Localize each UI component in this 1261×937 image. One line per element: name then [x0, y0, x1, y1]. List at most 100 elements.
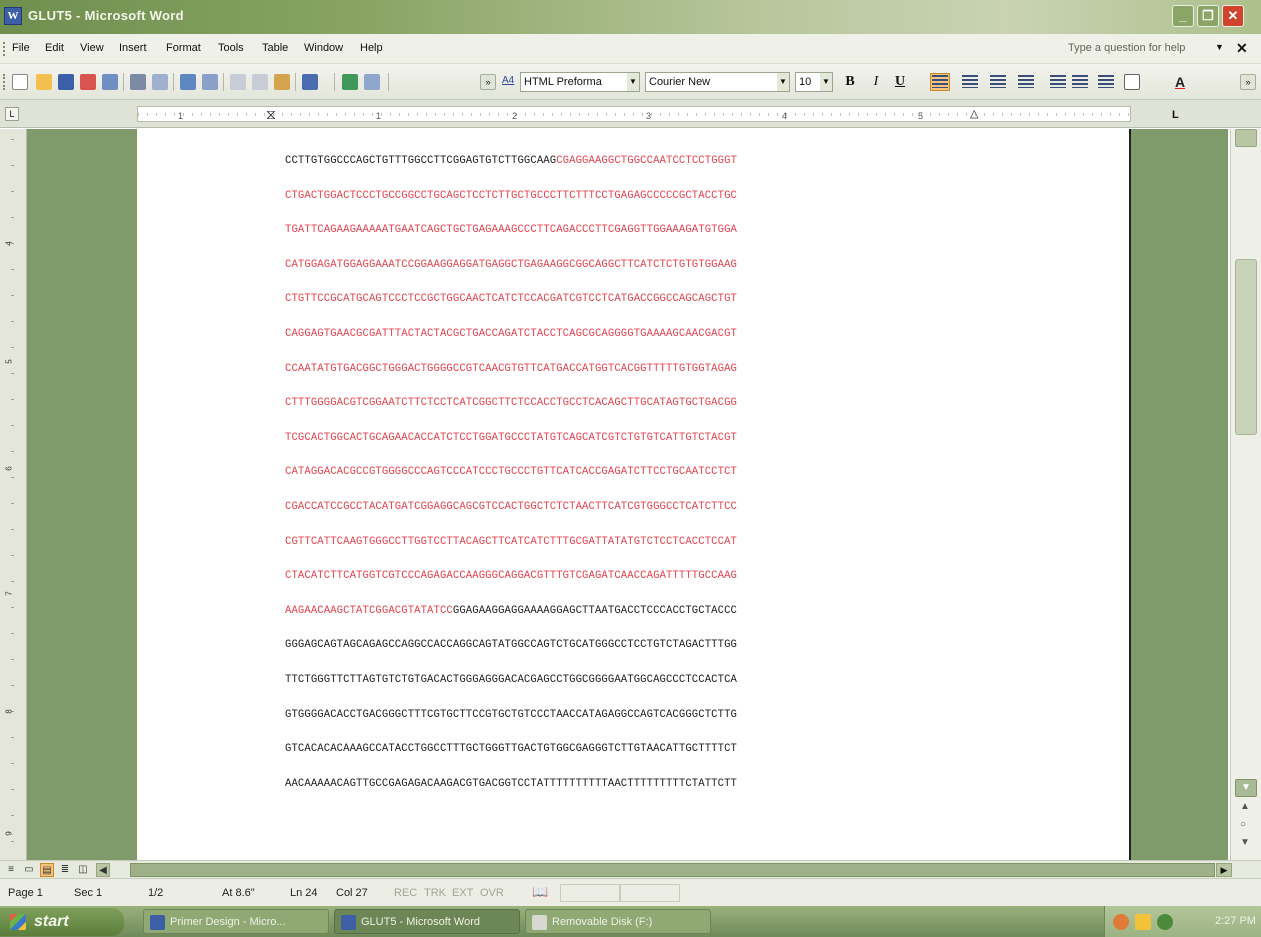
right-tab-icon[interactable]: L: [1172, 109, 1179, 121]
status-ovr[interactable]: OVR: [480, 887, 504, 899]
tables-borders-icon[interactable]: [364, 74, 380, 90]
copy-icon[interactable]: [252, 74, 268, 90]
sequence-line[interactable]: TGATTCAGAAGAAAAATGAATCAGCTGCTGAGAAAGCCCT…: [285, 224, 737, 236]
select-browse-object-icon[interactable]: ○: [1240, 819, 1246, 830]
font-color-button[interactable]: A: [1170, 73, 1190, 91]
start-button[interactable]: start: [0, 908, 124, 936]
sequence-line[interactable]: CAGGAGTGAACGCGATTTACTACTACGCTGACCAGATCTA…: [285, 328, 737, 340]
chevron-down-icon[interactable]: ▼: [777, 73, 789, 91]
menu-help[interactable]: Help: [360, 42, 383, 54]
chevron-down-icon[interactable]: ▼: [820, 73, 832, 91]
align-center-icon[interactable]: [962, 75, 978, 88]
undo-icon[interactable]: [302, 74, 318, 90]
close-button[interactable]: ✕: [1222, 5, 1244, 27]
scroll-down-button[interactable]: ▼: [1235, 779, 1257, 797]
sequence-line[interactable]: GGGAGCAGTAGCAGAGCCAGGCCACCAGGCAGTATGGCCA…: [285, 639, 737, 651]
border-icon[interactable]: [1124, 74, 1140, 90]
sequence-line[interactable]: CTGTTCCGCATGCAGTCCCTCCGCTGGCAACTCATCTCCA…: [285, 293, 737, 305]
email-icon[interactable]: [102, 74, 118, 90]
vertical-scrollbar[interactable]: ▼ ▲ ○ ▼: [1230, 129, 1261, 860]
horizontal-scroll-track[interactable]: [130, 863, 1215, 877]
numbering-icon[interactable]: [1050, 75, 1066, 88]
toolbar-options-icon[interactable]: »: [1240, 74, 1256, 90]
sequence-line[interactable]: TTCTGGGTTCTTAGTGTCTGTGACACTGGGAGGGACACGA…: [285, 674, 737, 686]
right-indent-marker-icon[interactable]: △: [970, 107, 978, 120]
bullets-icon[interactable]: [1072, 75, 1088, 88]
ask-question-box[interactable]: Type a question for help: [1068, 42, 1185, 54]
research-icon[interactable]: [202, 74, 218, 90]
cut-icon[interactable]: [230, 74, 246, 90]
word-app-icon[interactable]: W: [4, 7, 22, 25]
horizontal-ruler[interactable]: 1 1 2 3 4 5 ⧖ △: [137, 106, 1131, 122]
menu-tools[interactable]: Tools: [218, 42, 244, 54]
permission-icon[interactable]: [80, 74, 96, 90]
style-combo[interactable]: HTML Preforma ▼: [520, 72, 640, 92]
hyperlink-icon[interactable]: [342, 74, 358, 90]
status-ext[interactable]: EXT: [452, 887, 473, 899]
next-page-icon[interactable]: ▼: [1240, 837, 1250, 848]
align-right-icon[interactable]: [990, 75, 1006, 88]
scroll-left-button[interactable]: ◀: [96, 863, 110, 877]
status-rec[interactable]: REC: [394, 887, 417, 899]
font-size-combo[interactable]: 10 ▼: [795, 72, 833, 92]
menubar-grip[interactable]: [3, 42, 6, 56]
bold-button[interactable]: B: [840, 73, 860, 91]
sequence-line[interactable]: CATAGGACACGCCGTGGGGCCCAGTCCCATCCCTGCCCTG…: [285, 466, 737, 478]
tray-app-icon[interactable]: [1113, 914, 1129, 930]
menu-view[interactable]: View: [80, 42, 104, 54]
previous-page-icon[interactable]: ▲: [1240, 801, 1250, 812]
scroll-up-button[interactable]: [1235, 129, 1257, 147]
sequence-line[interactable]: CATGGAGATGGAGGAAATCCGGAAGGAGGATGAGGCTGAG…: [285, 259, 737, 271]
font-combo[interactable]: Courier New ▼: [645, 72, 790, 92]
spelling-icon[interactable]: [180, 74, 196, 90]
scroll-thumb[interactable]: [1235, 259, 1257, 435]
menu-format[interactable]: Format: [166, 42, 201, 54]
sequence-line[interactable]: GTCACACACAAAGCCATACCTGGCCTTTGCTGGGTTGACT…: [285, 743, 737, 755]
sequence-line[interactable]: CTGACTGGACTCCCTGCCGGCCTGCAGCTCCTCTTGCTGC…: [285, 190, 737, 202]
reading-layout-view-icon[interactable]: ◫: [76, 863, 90, 877]
sequence-line[interactable]: CCTTGTGGCCCAGCTGTTTGGCCTTCGGAGTGTCTTGGCA…: [285, 155, 737, 167]
tray-app-icon[interactable]: [1135, 914, 1151, 930]
sequence-line[interactable]: CGTTCATTCAAGTGGGCCTTGGTCCTTACAGCTTCATCAT…: [285, 536, 737, 548]
open-folder-icon[interactable]: [36, 74, 52, 90]
spelling-status-icon[interactable]: 📖: [532, 884, 548, 900]
print-icon[interactable]: [130, 74, 146, 90]
vertical-ruler[interactable]: 4 5 6 7 8 9: [0, 129, 27, 860]
status-trk[interactable]: TRK: [424, 887, 446, 899]
taskbar-item-primer-design[interactable]: Primer Design - Micro...: [143, 909, 329, 934]
toolbar-options-icon[interactable]: »: [480, 74, 496, 90]
normal-view-icon[interactable]: ≡: [4, 863, 18, 877]
sequence-line[interactable]: GTGGGGACACCTGACGGGCTTTCGTGCTTCCGTGCTGTCC…: [285, 709, 737, 721]
styles-formatting-icon[interactable]: A4: [502, 75, 514, 86]
chevron-down-icon[interactable]: ▼: [627, 73, 639, 91]
menu-insert[interactable]: Insert: [119, 42, 147, 54]
justify-icon[interactable]: [1018, 75, 1034, 88]
sequence-line[interactable]: CTTTGGGGACGTCGGAATCTTCTCCTCATCGGCTTCTCCA…: [285, 397, 737, 409]
taskbar-item-removable-disk[interactable]: Removable Disk (F:): [525, 909, 711, 934]
outline-view-icon[interactable]: ≣: [58, 863, 72, 877]
document-close-button[interactable]: ✕: [1236, 40, 1248, 57]
indent-marker-icon[interactable]: ⧖: [266, 107, 276, 121]
sequence-line[interactable]: CCAATATGTGACGGCTGGGACTGGGGCCGTCAACGTGTTC…: [285, 363, 737, 375]
taskbar-item-glut5[interactable]: GLUT5 - Microsoft Word: [334, 909, 520, 934]
tab-selector[interactable]: L: [5, 107, 19, 121]
sequence-line[interactable]: AAGAACAAGCTATCGGACGTATATCCGGAGAAGGAGGAAA…: [285, 605, 737, 617]
scroll-right-button[interactable]: ▶: [1216, 863, 1232, 877]
sequence-line[interactable]: AACAAAAACAGTTGCCGAGAGACAAGACGTGACGGTCCTA…: [285, 778, 737, 790]
new-document-icon[interactable]: [12, 74, 28, 90]
underline-button[interactable]: U: [890, 73, 910, 91]
maximize-button[interactable]: ❐: [1197, 5, 1219, 27]
print-preview-icon[interactable]: [152, 74, 168, 90]
sequence-line[interactable]: TCGCACTGGCACTGCAGAACACCATCTCCTGGATGCCCTA…: [285, 432, 737, 444]
sequence-line[interactable]: CGACCATCCGCCTACATGATCGGAGGCAGCGTCCACTGGC…: [285, 501, 737, 513]
menu-table[interactable]: Table: [262, 42, 288, 54]
menu-window[interactable]: Window: [304, 42, 343, 54]
paste-icon[interactable]: [274, 74, 290, 90]
italic-button[interactable]: I: [866, 73, 886, 91]
toolbar-grip[interactable]: [3, 74, 6, 90]
tray-network-icon[interactable]: [1157, 914, 1173, 930]
help-dropdown-icon[interactable]: ▼: [1215, 42, 1224, 52]
sequence-line[interactable]: CTACATCTTCATGGTCGTCCCAGAGACCAAGGGCAGGACG…: [285, 570, 737, 582]
increase-indent-icon[interactable]: [1098, 75, 1114, 88]
save-icon[interactable]: [58, 74, 74, 90]
